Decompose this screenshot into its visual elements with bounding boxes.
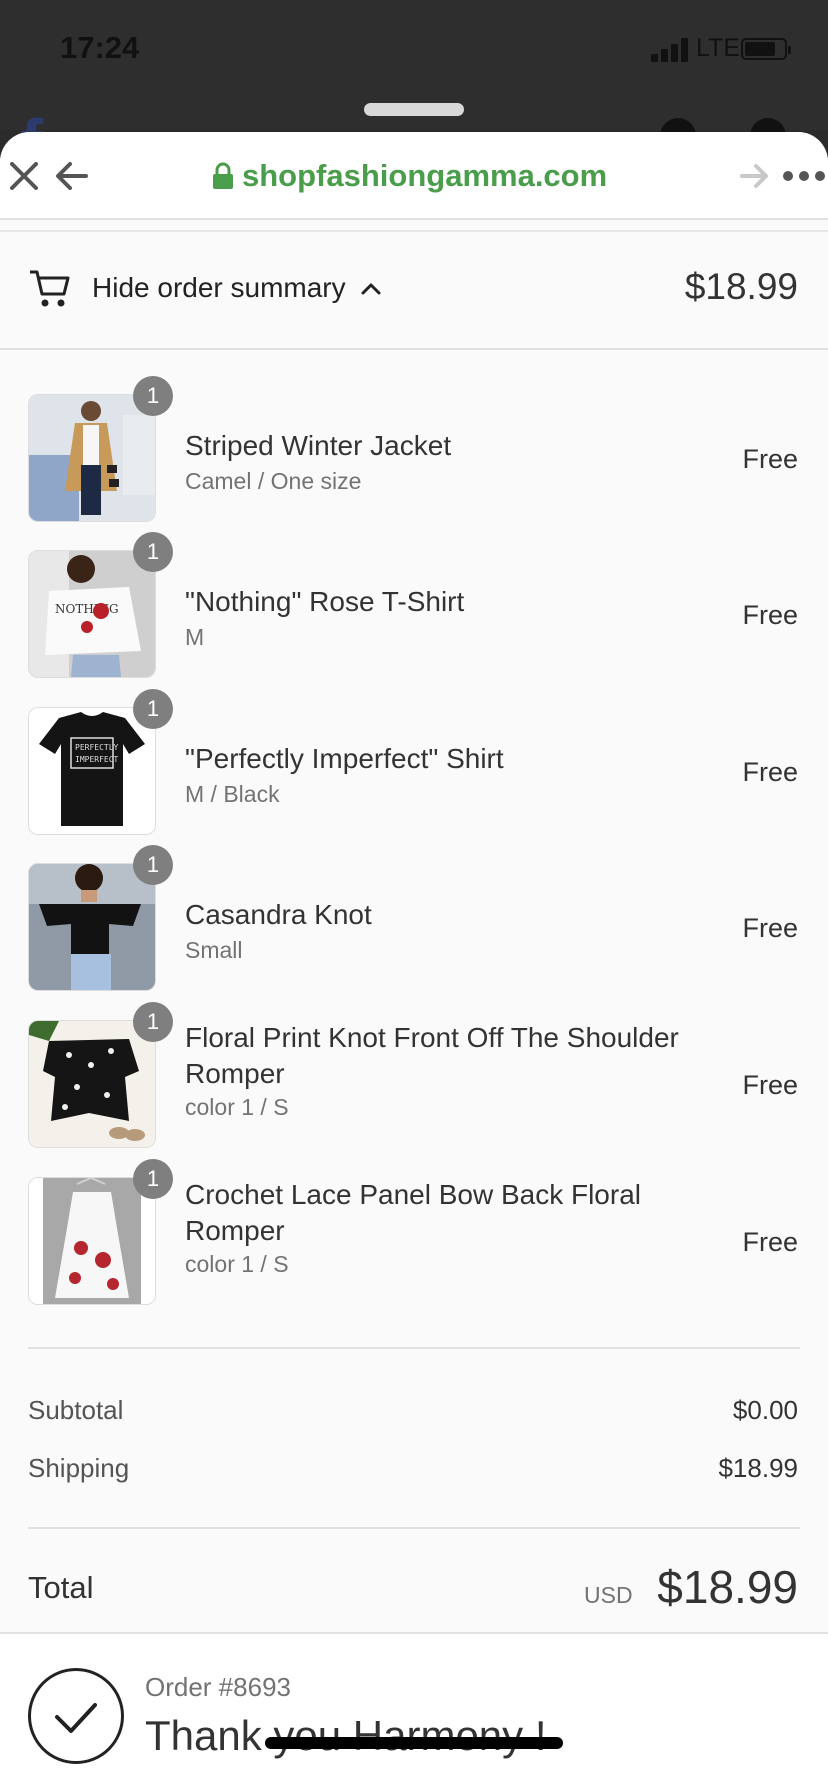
item-variant: M [185, 624, 205, 650]
divider [28, 1347, 800, 1349]
total-value: $18.99 [657, 1561, 798, 1613]
list-item: 1 Floral Print Knot Front Off The Should… [0, 1002, 828, 1170]
quantity-badge: 1 [133, 1002, 173, 1042]
checkmark-icon [28, 1668, 124, 1764]
product-image: NOTHING [28, 550, 156, 678]
more-options-icon[interactable] [782, 168, 826, 184]
quantity-badge: 1 [133, 845, 173, 885]
product-image [28, 863, 156, 991]
forward-arrow-icon[interactable] [738, 160, 772, 192]
quantity-badge: 1 [133, 376, 173, 416]
lock-icon [213, 162, 233, 189]
item-title: Striped Winter Jacket [185, 430, 452, 461]
close-icon[interactable] [6, 158, 42, 194]
url-text: shopfashiongamma.com [242, 158, 608, 193]
item-variant: Small [185, 937, 243, 963]
toggle-summary-label[interactable]: Hide order summary [92, 272, 346, 304]
svg-text:PERFECTLY: PERFECTLY [75, 743, 119, 752]
product-image [28, 394, 156, 522]
browser-toolbar: shopfashiongamma.com [0, 132, 828, 220]
divider [28, 1527, 800, 1529]
item-title: Floral Print Knot Front Off The Shoulder… [185, 1022, 679, 1089]
item-title: "Perfectly Imperfect" Shirt [185, 743, 504, 774]
order-confirmation: Order #8693 Thank you Harmony ! [0, 1632, 828, 1792]
product-image [28, 1020, 156, 1148]
item-variant: color 1 / S [185, 1094, 289, 1120]
chevron-up-icon [361, 283, 381, 295]
sheet-drag-handle[interactable] [364, 103, 464, 116]
list-item: 1 Crochet Lace Panel Bow Back Floral Rom… [0, 1159, 828, 1327]
network-type: LTE [696, 34, 740, 62]
summary-total: $18.99 [684, 266, 798, 307]
thank-you-heading: Thank you Harmony ! [145, 1712, 547, 1759]
back-arrow-icon[interactable] [52, 158, 92, 194]
total-label: Total [28, 1570, 94, 1605]
item-title: Casandra Knot [185, 899, 372, 930]
order-summary-toggle[interactable]: Hide order summary $18.99 [0, 230, 828, 350]
order-number: Order #8693 [145, 1672, 291, 1702]
shipping-label: Shipping [28, 1453, 130, 1483]
redaction-bar [265, 1737, 563, 1749]
item-price: Free [742, 600, 798, 630]
product-image [28, 1177, 156, 1305]
status-time: 17:24 [60, 30, 140, 65]
svg-text:NOTHING: NOTHING [55, 602, 119, 616]
list-item: 1 Striped Winter Jacket Camel / One size… [0, 376, 828, 544]
subtotal-value: $0.00 [732, 1395, 798, 1425]
in-app-browser-sheet: shopfashiongamma.com Hide order summary … [0, 132, 828, 1792]
item-price: Free [742, 1070, 798, 1100]
toolbar-divider [0, 218, 828, 220]
shipping-value: $18.99 [718, 1453, 798, 1483]
item-title: "Nothing" Rose T-Shirt [185, 586, 465, 617]
cart-icon [30, 270, 70, 307]
status-bar: 17:24 LTE f [0, 0, 828, 183]
item-variant: M / Black [185, 781, 280, 807]
item-price: Free [742, 757, 798, 787]
item-price: Free [742, 444, 798, 474]
item-price: Free [742, 913, 798, 943]
svg-text:IMPERFECT: IMPERFECT [75, 755, 119, 764]
quantity-badge: 1 [133, 532, 173, 572]
product-image: PERFECTLY IMPERFECT [28, 707, 156, 835]
item-price: Free [742, 1227, 798, 1257]
quantity-badge: 1 [133, 1159, 173, 1199]
subtotal-label: Subtotal [28, 1395, 124, 1425]
list-item: NOTHING 1 "Nothing" Rose T-Shirt M Free [0, 532, 828, 700]
signal-icon [651, 36, 695, 62]
item-variant: Camel / One size [185, 468, 362, 494]
battery-icon [741, 38, 791, 60]
currency-code: USD [584, 1582, 633, 1608]
item-variant: color 1 / S [185, 1251, 289, 1277]
url-bar[interactable]: shopfashiongamma.com [212, 156, 607, 196]
item-title: Crochet Lace Panel Bow Back Floral Rompe… [185, 1179, 641, 1246]
list-item: 1 Casandra Knot Small Free [0, 845, 828, 1013]
list-item: PERFECTLY IMPERFECT 1 "Perfectly Imperfe… [0, 689, 828, 857]
quantity-badge: 1 [133, 689, 173, 729]
